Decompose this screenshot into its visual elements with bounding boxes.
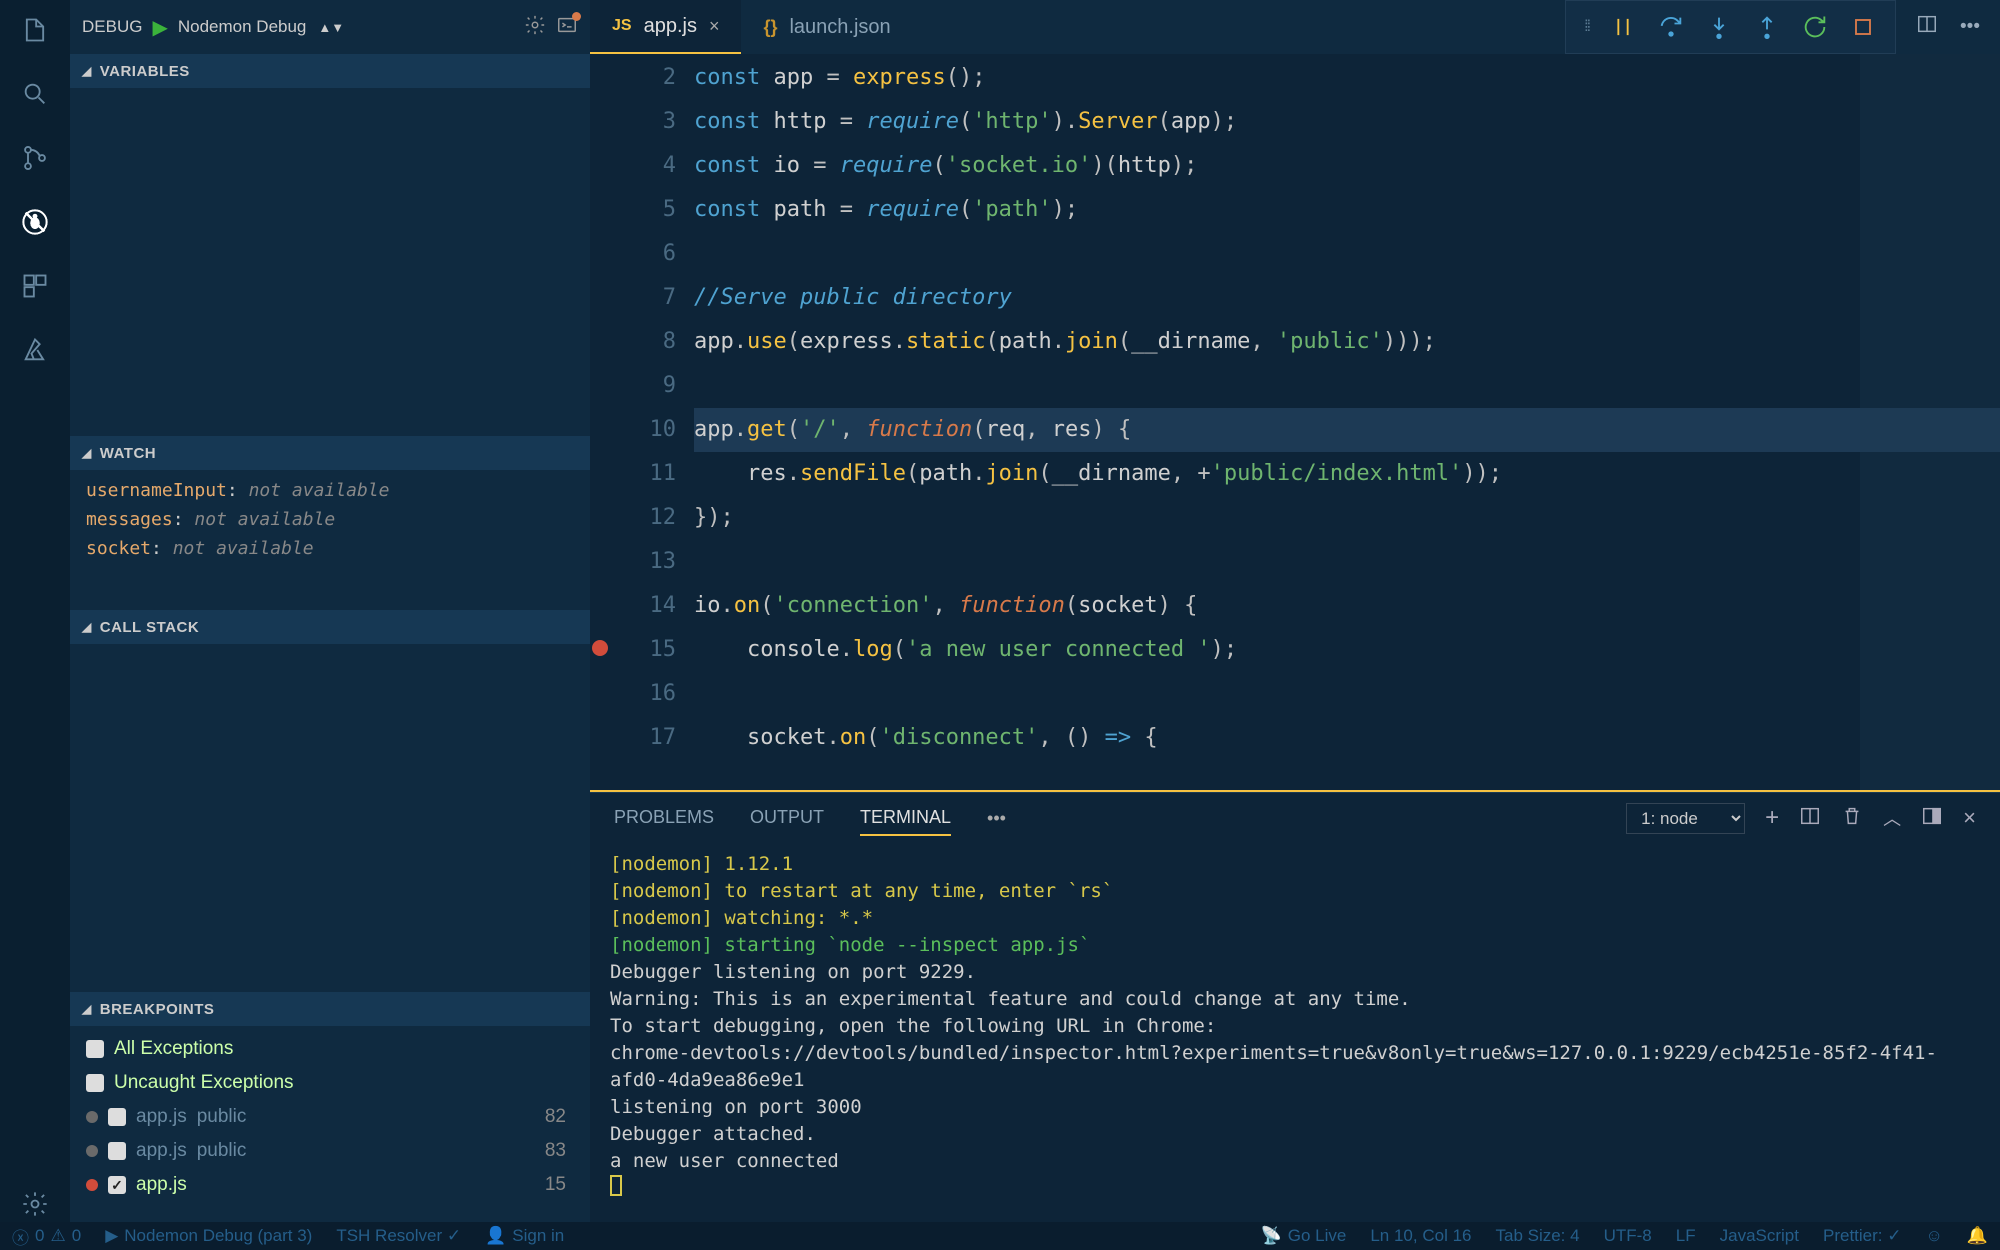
breakpoint-dot-icon [86,1179,98,1191]
editor[interactable]: 234567891011121314151617 const app = exp… [590,54,2000,790]
output-tab[interactable]: OUTPUT [750,807,824,830]
explorer-icon[interactable] [17,12,53,48]
settings-gear-icon[interactable] [17,1186,53,1222]
status-eol[interactable]: LF [1676,1226,1696,1246]
status-signin[interactable]: 👤 Sign in [485,1226,564,1246]
status-resolver[interactable]: TSH Resolver ✓ [336,1226,461,1246]
panel-more-icon[interactable]: ••• [987,808,1006,829]
watch-expression[interactable]: usernameInput: not available [86,476,574,505]
breakpoint-dot-icon[interactable] [592,640,608,656]
search-icon[interactable] [17,76,53,112]
step-into-icon[interactable] [1705,13,1733,41]
watch-section-header[interactable]: ◢WATCH [70,436,590,470]
watch-body: usernameInput: not availablemessages: no… [70,470,590,610]
start-debug-icon[interactable]: ▶ [152,15,167,40]
status-prettier[interactable]: Prettier: ✓ [1823,1226,1901,1246]
breakpoints-body: All Exceptions Uncaught Exceptions app.j… [70,1026,590,1222]
callstack-body [70,644,590,992]
bottom-panel: PROBLEMS OUTPUT TERMINAL ••• 1: node + ︿… [590,792,2000,1222]
status-cursor[interactable]: Ln 10, Col 16 [1370,1226,1471,1246]
status-bell-icon[interactable]: 🔔 [1967,1226,1988,1246]
status-bar: ⓧ 0 ⚠ 0 ▶ Nodemon Debug (part 3) TSH Res… [0,1222,2000,1250]
debug-label: DEBUG [82,17,142,37]
close-icon[interactable]: × [709,16,720,37]
breakpoint-row[interactable]: app.js public83 [86,1134,574,1168]
code-area[interactable]: const app = express();const http = requi… [694,54,2000,790]
more-icon[interactable]: ••• [1960,16,1980,38]
close-panel-icon[interactable]: × [1963,805,1976,831]
editor-tab-bar: JS app.js × {} launch.json ⁞⁞ ••• [590,0,2000,54]
status-encoding[interactable]: UTF-8 [1604,1226,1652,1246]
breakpoint-dot-icon [86,1145,98,1157]
line-gutter: 234567891011121314151617 [614,54,694,790]
maximize-panel-icon[interactable]: ︿ [1883,805,1901,831]
js-file-icon: JS [612,17,632,35]
uncaught-exceptions-row[interactable]: Uncaught Exceptions [86,1066,574,1100]
terminal-tab[interactable]: TERMINAL [860,807,951,836]
problems-tab[interactable]: PROBLEMS [614,807,714,830]
tab-launch-json[interactable]: {} launch.json [741,0,912,54]
checkbox-icon[interactable] [108,1108,126,1126]
panel-tab-bar: PROBLEMS OUTPUT TERMINAL ••• 1: node + ︿… [590,793,2000,843]
extensions-icon[interactable] [17,268,53,304]
tab-app-js[interactable]: JS app.js × [590,0,741,54]
restart-icon[interactable] [1801,13,1829,41]
split-terminal-icon[interactable] [1799,805,1821,832]
json-file-icon: {} [763,17,777,38]
minimap[interactable] [1860,54,2000,790]
step-out-icon[interactable] [1753,13,1781,41]
debug-action-bar: ⁞⁞ [1565,0,1896,54]
debug-sidebar: DEBUG ▶ Nodemon Debug ▲▼ ◢VARIABLES ◢WAT… [70,0,590,1222]
pause-icon[interactable] [1609,13,1637,41]
status-debug[interactable]: ▶ Nodemon Debug (part 3) [105,1226,312,1246]
checkbox-icon [86,1040,104,1058]
stop-icon[interactable] [1849,13,1877,41]
split-editor-icon[interactable] [1916,13,1938,41]
editor-actions: ••• [1896,0,2000,54]
debug-icon[interactable] [17,204,53,240]
variables-body [70,88,590,436]
status-feedback-icon[interactable]: ☺ [1925,1226,1942,1246]
new-terminal-icon[interactable]: + [1765,804,1779,832]
checkbox-icon[interactable] [108,1142,126,1160]
main-area: JS app.js × {} launch.json ⁞⁞ ••• [590,0,2000,1222]
drag-grip-icon[interactable]: ⁞⁞ [1584,18,1589,36]
variables-section-header[interactable]: ◢VARIABLES [70,54,590,88]
step-over-icon[interactable] [1657,13,1685,41]
breakpoints-section-header[interactable]: ◢BREAKPOINTS [70,992,590,1026]
debug-settings-icon[interactable] [524,14,546,41]
source-control-icon[interactable] [17,140,53,176]
status-tabsize[interactable]: Tab Size: 4 [1495,1226,1579,1246]
terminal-select[interactable]: 1: node [1626,803,1745,834]
breakpoint-row[interactable]: app.js public82 [86,1100,574,1134]
breakpoint-row[interactable]: app.js15 [86,1168,574,1202]
watch-expression[interactable]: messages: not available [86,505,574,534]
status-language[interactable]: JavaScript [1720,1226,1799,1246]
checkbox-icon[interactable] [108,1176,126,1194]
breakpoint-gutter[interactable] [590,54,614,790]
checkbox-icon [86,1074,104,1092]
debug-console-icon[interactable] [556,14,578,41]
debug-config-select[interactable]: Nodemon Debug ▲▼ [178,17,514,37]
watch-expression[interactable]: socket: not available [86,534,574,563]
callstack-section-header[interactable]: ◢CALL STACK [70,610,590,644]
status-errors[interactable]: ⓧ 0 ⚠ 0 [12,1224,81,1249]
activity-bar [0,0,70,1222]
azure-icon[interactable] [17,332,53,368]
breakpoint-dot-icon [86,1111,98,1123]
move-panel-icon[interactable] [1921,805,1943,832]
kill-terminal-icon[interactable] [1841,805,1863,832]
terminal-output[interactable]: [nodemon] 1.12.1[nodemon] to restart at … [590,843,2000,1222]
status-golive[interactable]: 📡 Go Live [1261,1226,1347,1246]
all-exceptions-row[interactable]: All Exceptions [86,1032,574,1066]
debug-toolbar: DEBUG ▶ Nodemon Debug ▲▼ [70,0,590,54]
